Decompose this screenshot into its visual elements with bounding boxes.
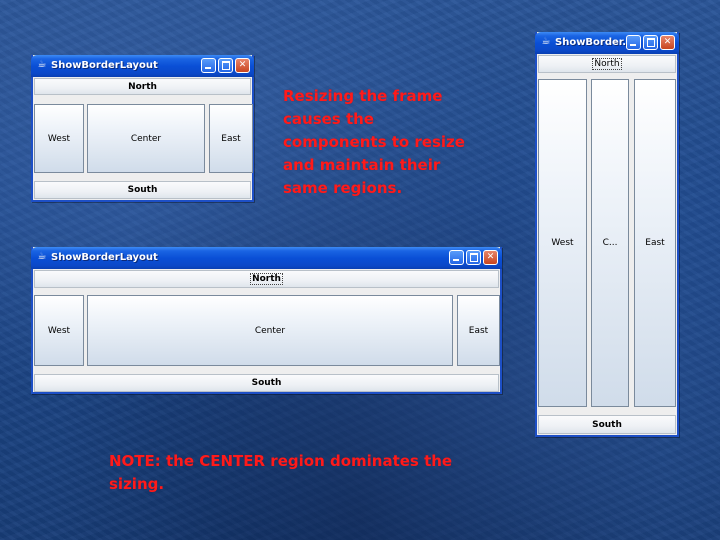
resize-caption: Resizing the frame causes the components… bbox=[283, 87, 465, 197]
minimize-button[interactable] bbox=[449, 250, 464, 265]
east-button[interactable]: East bbox=[457, 295, 500, 366]
content-pane: North West Center East South bbox=[33, 269, 500, 392]
close-button[interactable]: ✕ bbox=[660, 35, 675, 50]
close-icon: ✕ bbox=[486, 252, 495, 262]
window-title: ShowBorder... bbox=[555, 37, 634, 48]
maximize-icon bbox=[647, 38, 655, 47]
minimize-icon bbox=[205, 67, 211, 69]
titlebar[interactable]: ☕ ShowBorder... ✕ bbox=[535, 32, 679, 54]
java-cup-icon[interactable]: ☕ bbox=[36, 251, 48, 263]
window-small: ☕ ShowBorderLayout ✕ North West Center E… bbox=[31, 55, 254, 202]
window-title: ShowBorderLayout bbox=[51, 252, 158, 263]
north-button[interactable]: North bbox=[34, 270, 499, 288]
south-button[interactable]: South bbox=[538, 415, 676, 434]
center-button[interactable]: Center bbox=[87, 295, 453, 366]
west-button[interactable]: West bbox=[34, 295, 84, 366]
center-button[interactable]: Center bbox=[87, 104, 205, 173]
content-pane: North West Center East South bbox=[33, 77, 253, 200]
titlebar[interactable]: ☕ ShowBorderLayout ✕ bbox=[31, 247, 502, 269]
content-pane: North West C... East South bbox=[537, 54, 677, 435]
close-button[interactable]: ✕ bbox=[235, 58, 250, 73]
west-button[interactable]: West bbox=[538, 79, 587, 407]
java-cup-icon[interactable]: ☕ bbox=[36, 59, 48, 71]
south-button[interactable]: South bbox=[34, 181, 251, 199]
north-button[interactable]: North bbox=[34, 78, 251, 95]
center-note-caption: NOTE: the CENTER region dominates the si… bbox=[109, 452, 453, 493]
minimize-button[interactable] bbox=[626, 35, 641, 50]
east-button[interactable]: East bbox=[634, 79, 676, 407]
java-cup-icon[interactable]: ☕ bbox=[540, 36, 552, 48]
window-title: ShowBorderLayout bbox=[51, 60, 158, 71]
window-wide: ☕ ShowBorderLayout ✕ North West Center E… bbox=[31, 247, 502, 394]
close-icon: ✕ bbox=[663, 37, 672, 47]
titlebar[interactable]: ☕ ShowBorderLayout ✕ bbox=[31, 55, 254, 77]
minimize-icon bbox=[630, 44, 636, 46]
maximize-button[interactable] bbox=[466, 250, 481, 265]
east-button[interactable]: East bbox=[209, 104, 253, 173]
west-button[interactable]: West bbox=[34, 104, 84, 173]
window-tall: ☕ ShowBorder... ✕ North West C... East S… bbox=[535, 32, 679, 437]
north-button[interactable]: North bbox=[538, 55, 676, 73]
center-button[interactable]: C... bbox=[591, 79, 629, 407]
maximize-icon bbox=[222, 61, 230, 70]
maximize-button[interactable] bbox=[218, 58, 233, 73]
maximize-icon bbox=[470, 253, 478, 262]
south-button[interactable]: South bbox=[34, 374, 499, 392]
minimize-icon bbox=[453, 259, 459, 261]
close-button[interactable]: ✕ bbox=[483, 250, 498, 265]
close-icon: ✕ bbox=[238, 60, 247, 70]
maximize-button[interactable] bbox=[643, 35, 658, 50]
minimize-button[interactable] bbox=[201, 58, 216, 73]
